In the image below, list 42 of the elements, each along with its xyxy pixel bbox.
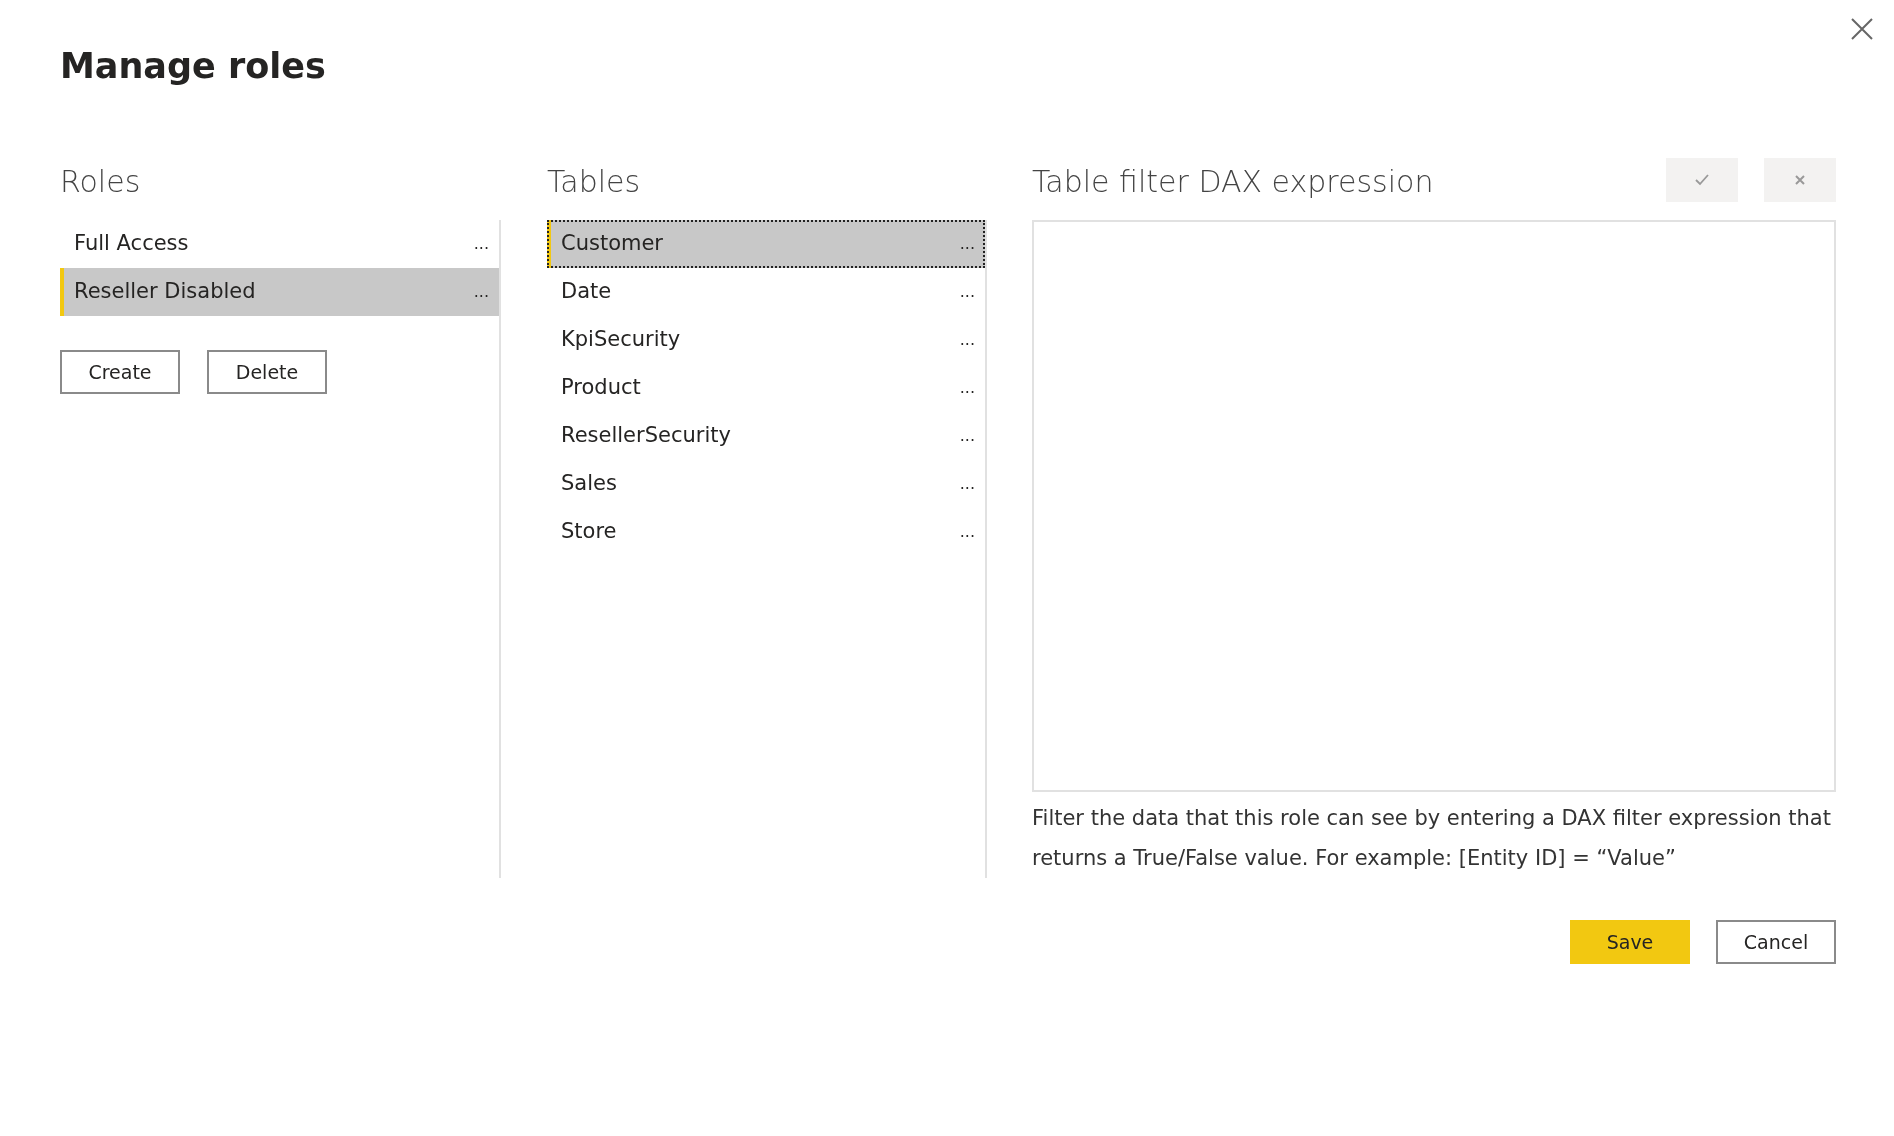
check-icon	[1695, 174, 1709, 186]
discard-button[interactable]	[1764, 158, 1836, 202]
apply-button[interactable]	[1666, 158, 1738, 202]
table-item[interactable]: Date ...	[547, 268, 985, 316]
item-label: Product	[561, 374, 641, 402]
expression-field[interactable]	[1032, 220, 1836, 792]
table-item[interactable]: ResellerSecurity ...	[547, 412, 985, 460]
more-options-button[interactable]: ...	[959, 232, 975, 256]
more-options-button[interactable]: ...	[473, 280, 489, 304]
more-options-button[interactable]: ...	[959, 376, 975, 400]
table-item[interactable]: KpiSecurity ...	[547, 316, 985, 364]
save-button[interactable]: Save	[1570, 920, 1690, 964]
more-options-button[interactable]: ...	[959, 424, 975, 448]
table-item[interactable]: Product ...	[547, 364, 985, 412]
more-options-button[interactable]: ...	[473, 232, 489, 256]
role-action-button[interactable]: Create	[60, 350, 180, 394]
more-options-button[interactable]: ...	[959, 280, 975, 304]
close-icon	[1795, 175, 1805, 185]
item-label: Date	[561, 278, 612, 306]
help-text: Filter the data that this role can see by entering a DAX filter expression that returns a True/False value. For example: [Entity ID] = “Value”	[1032, 805, 1832, 872]
table-item[interactable]: Customer ...	[547, 220, 985, 268]
role-item[interactable]: Full Access ...	[60, 220, 499, 268]
close-icon[interactable]	[1850, 16, 1874, 40]
table-item[interactable]: Sales ...	[547, 460, 985, 508]
dialog-title: Manage roles	[60, 45, 327, 88]
more-options-button[interactable]: ...	[959, 520, 975, 544]
table-item[interactable]: Store ...	[547, 508, 985, 556]
item-label: ResellerSecurity	[561, 422, 731, 450]
section-heading: Roles	[60, 163, 142, 201]
section-heading: Tables	[547, 163, 642, 201]
role-action-button[interactable]: Delete	[207, 350, 327, 394]
item-label: Sales	[561, 470, 617, 498]
more-options-button[interactable]: ...	[959, 472, 975, 496]
more-options-button[interactable]: ...	[959, 328, 975, 352]
section-heading: Table filter DAX expression	[1032, 163, 1434, 201]
cancel-button[interactable]: Cancel	[1716, 920, 1836, 964]
item-label: KpiSecurity	[561, 326, 681, 354]
item-label: Full Access	[74, 230, 189, 258]
item-label: Store	[561, 518, 617, 546]
item-label: Reseller Disabled	[74, 278, 256, 306]
item-label: Customer	[561, 230, 663, 258]
role-item[interactable]: Reseller Disabled ...	[60, 268, 499, 316]
